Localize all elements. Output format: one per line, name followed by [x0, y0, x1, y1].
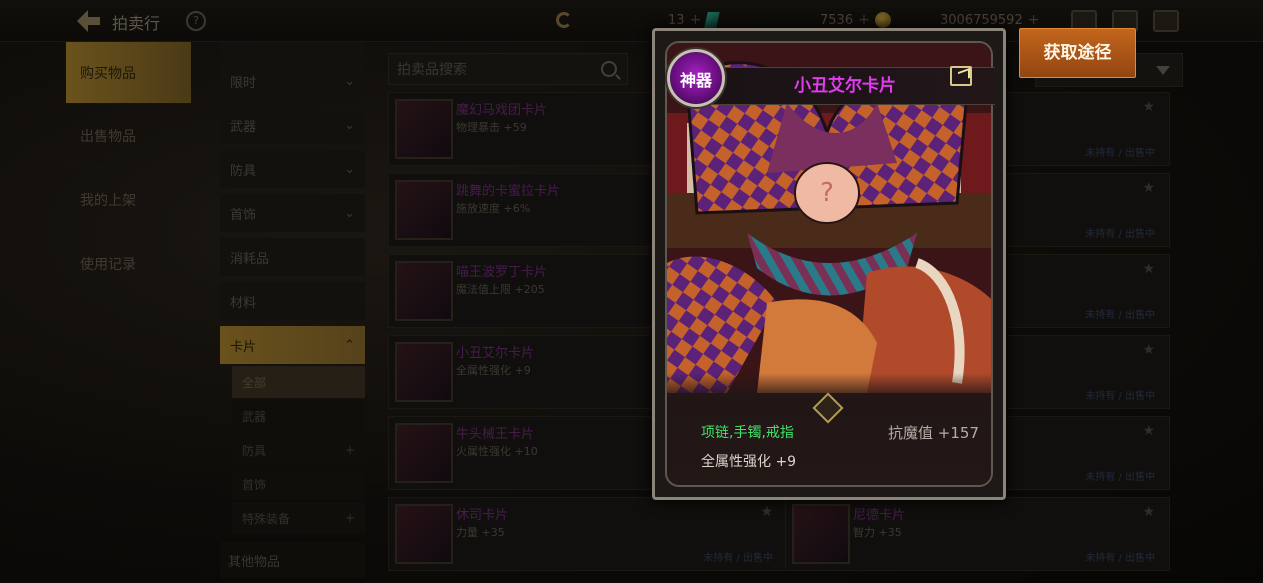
svg-text:?: ? [820, 178, 834, 208]
ornament-icon [812, 392, 844, 424]
card-resist: 抗魔值 +157 [888, 424, 979, 442]
card-info: 项链,手镯,戒指 抗魔值 +157 全属性强化 +9 [667, 373, 991, 485]
card-effect: 全属性强化 +9 [701, 454, 797, 470]
rarity-badge: 神器 [657, 46, 735, 110]
modal-overlay[interactable] [0, 0, 1263, 583]
share-icon[interactable] [950, 66, 972, 86]
get-source-button[interactable]: 获取途径 [1019, 28, 1136, 78]
card-slots: 项链,手镯,戒指 [701, 425, 794, 441]
card-title: 小丑艾尔卡片 [794, 76, 896, 96]
